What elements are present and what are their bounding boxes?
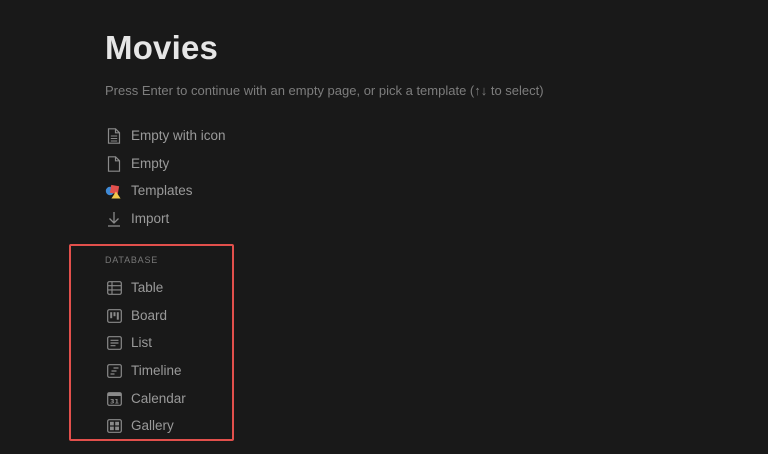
page-options-menu: Empty with icon Empty Templates Import <box>105 122 265 233</box>
new-page-screen: Movies Press Enter to continue with an e… <box>0 0 768 454</box>
option-empty-with-icon[interactable]: Empty with icon <box>105 122 265 150</box>
option-label: Empty <box>131 155 170 171</box>
option-templates[interactable]: Templates <box>105 177 265 205</box>
page-icon <box>105 155 123 173</box>
shapes-icon <box>105 182 123 200</box>
option-label: Import <box>131 210 170 226</box>
page-title[interactable]: Movies <box>105 28 218 68</box>
option-label: Empty with icon <box>131 127 226 143</box>
page-with-lines-icon <box>105 127 123 145</box>
database-highlight-box <box>69 244 234 441</box>
download-arrow-icon <box>105 210 123 228</box>
option-empty[interactable]: Empty <box>105 150 265 178</box>
template-hint: Press Enter to continue with an empty pa… <box>105 83 544 98</box>
option-label: Templates <box>131 183 193 199</box>
option-import[interactable]: Import <box>105 205 265 233</box>
